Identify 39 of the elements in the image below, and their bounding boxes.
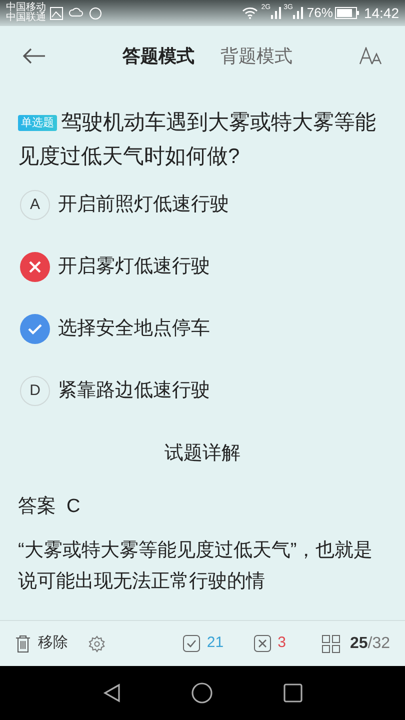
question-type-badge: 单选题 [18,115,57,131]
check-icon [20,314,50,344]
wifi-icon [242,7,258,19]
back-nav-icon[interactable] [102,683,120,703]
carrier-label: 中国联通 [6,13,46,23]
carrier-label: 中国移动 [6,3,46,13]
explanation-text: “大雾或特大雾等能见度过低天气”，也就是说可能出现无法正常行驶的情 [18,539,374,594]
option-letter: D [20,376,50,406]
font-size-icon[interactable] [359,47,383,65]
option-text[interactable]: 选择安全地点停车 [58,314,210,344]
cloud-icon [69,7,83,19]
checkbox-icon [182,635,200,652]
question-text: 单选题 驾驶机动车遇到大雾或特大雾等能见度过低天气时如何做? [18,110,377,170]
section-title: 试题详解 [164,442,240,466]
wrong-count: 3 [278,633,286,654]
clock: 14:42 [364,4,399,22]
battery-icon [334,7,359,19]
cross-box-icon [254,635,271,652]
option-text[interactable]: 紧靠路边低速行驶 [58,376,210,406]
settings-icon[interactable] [88,634,106,652]
option-letter: A [20,190,50,220]
answer-text: 答案 C [18,494,82,518]
home-nav-icon[interactable] [190,682,212,704]
battery-label: 76% [306,4,333,22]
recents-nav-icon[interactable] [282,683,302,703]
remove-button[interactable]: 移除 [38,632,68,655]
trash-icon[interactable] [15,634,31,652]
back-icon[interactable] [22,48,46,64]
option-text[interactable]: 开启雾灯低速行驶 [58,252,210,282]
wrong-icon [20,252,50,282]
mode-tab[interactable]: 背题模式 [220,42,292,70]
grid-icon[interactable] [322,634,340,652]
signal-icon [292,7,303,19]
progress-counter: 25/32 [350,634,390,654]
correct-count: 21 [206,633,224,654]
image-icon [50,6,63,20]
option-text[interactable]: 开启前照灯低速行驶 [58,190,229,220]
signal-icon [270,7,281,19]
mode-tab[interactable]: 答题模式 [122,42,194,70]
